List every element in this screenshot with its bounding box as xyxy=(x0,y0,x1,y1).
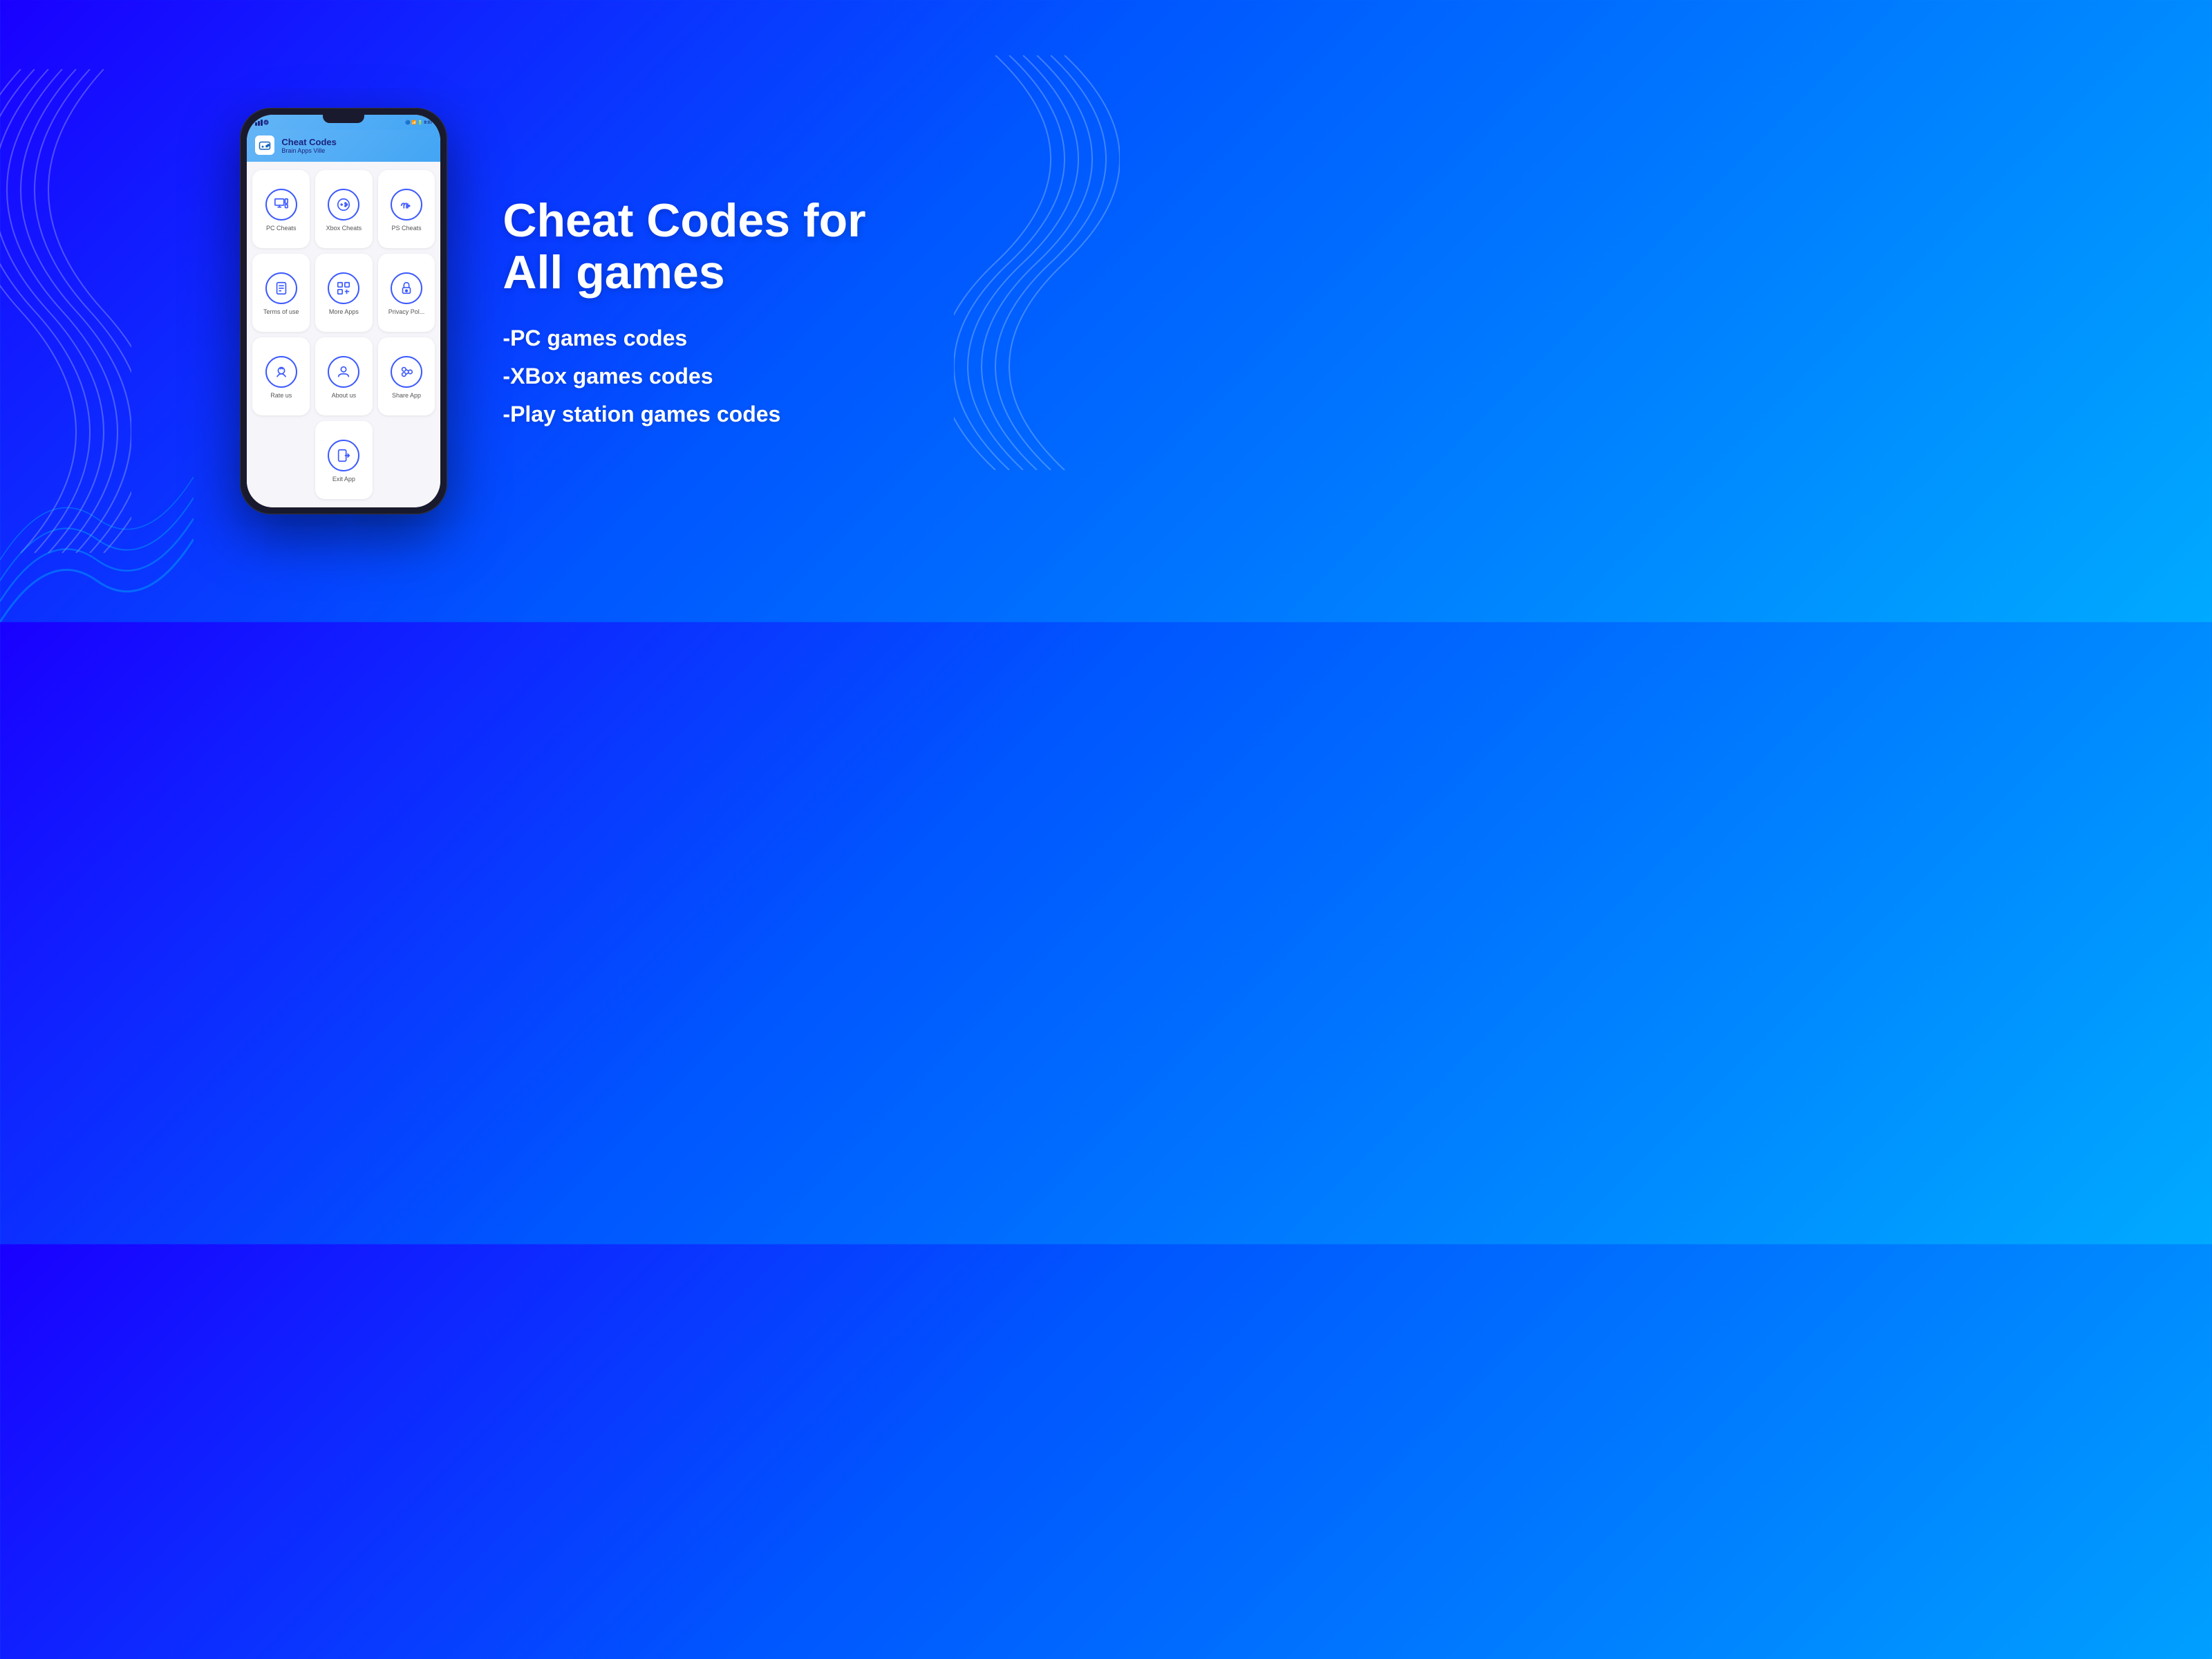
pc-cheats-label: PC Cheats xyxy=(266,225,297,232)
rate-label: Rate us xyxy=(270,392,292,399)
feature-pc: -PC games codes xyxy=(503,326,865,351)
phone-outer: 🔵 📶 🔋 9:07 C xyxy=(240,108,447,514)
menu-item-share[interactable]: Share App xyxy=(378,337,435,415)
right-content: Cheat Codes for All games -PC games code… xyxy=(503,195,865,428)
headline-line2: All games xyxy=(503,246,724,299)
menu-item-xbox-cheats[interactable]: Xbox Cheats xyxy=(315,170,373,248)
menu-item-pc-cheats[interactable]: PC Cheats xyxy=(252,170,310,248)
app-title: Cheat Codes xyxy=(281,137,336,147)
menu-item-terms[interactable]: Terms of use xyxy=(252,254,310,332)
share-label: Share App xyxy=(392,392,421,399)
terms-icon xyxy=(265,272,297,304)
menu-item-more-apps[interactable]: More Apps xyxy=(315,254,373,332)
app-menu-grid: PC Cheats xyxy=(247,162,440,507)
feature-xbox: -XBox games codes xyxy=(503,364,865,389)
menu-item-exit[interactable]: Exit App xyxy=(315,421,373,499)
features-list: -PC games codes -XBox games codes -Play … xyxy=(503,326,865,427)
ps-cheats-icon xyxy=(391,189,422,221)
share-icon xyxy=(391,356,422,388)
menu-item-ps-cheats[interactable]: PS Cheats xyxy=(378,170,435,248)
status-bar-left xyxy=(255,119,272,126)
xbox-cheats-label: Xbox Cheats xyxy=(326,225,362,232)
menu-item-privacy[interactable]: Privacy Pol... xyxy=(378,254,435,332)
more-apps-label: More Apps xyxy=(329,308,359,315)
about-icon xyxy=(328,356,359,388)
rate-icon xyxy=(265,356,297,388)
app-header-icon xyxy=(255,135,274,155)
app-header: Cheat Codes Brain Apps Ville xyxy=(247,130,440,162)
xbox-cheats-icon xyxy=(328,189,359,221)
privacy-icon xyxy=(391,272,422,304)
pc-cheats-icon xyxy=(265,189,297,221)
exit-icon xyxy=(328,440,359,471)
phone-screen: 🔵 📶 🔋 9:07 C xyxy=(247,115,440,507)
privacy-label: Privacy Pol... xyxy=(388,308,425,315)
exit-label: Exit App xyxy=(332,476,355,482)
menu-item-rate[interactable]: Rate us xyxy=(252,337,310,415)
terms-label: Terms of use xyxy=(263,308,299,315)
feature-ps: -Play station games codes xyxy=(503,402,865,427)
app-subtitle: Brain Apps Ville xyxy=(281,147,336,154)
headline-line1: Cheat Codes for xyxy=(503,194,865,247)
status-bar-right: 🔵 📶 🔋 9:07 xyxy=(405,120,432,125)
ps-cheats-label: PS Cheats xyxy=(392,225,422,232)
main-container: 🔵 📶 🔋 9:07 C xyxy=(240,108,865,514)
app-header-text: Cheat Codes Brain Apps Ville xyxy=(281,137,336,154)
headline: Cheat Codes for All games xyxy=(503,195,865,299)
phone-notch xyxy=(323,115,364,123)
menu-item-about[interactable]: About us xyxy=(315,337,373,415)
about-label: About us xyxy=(332,392,357,399)
more-apps-icon xyxy=(328,272,359,304)
phone-mockup: 🔵 📶 🔋 9:07 C xyxy=(240,108,447,514)
